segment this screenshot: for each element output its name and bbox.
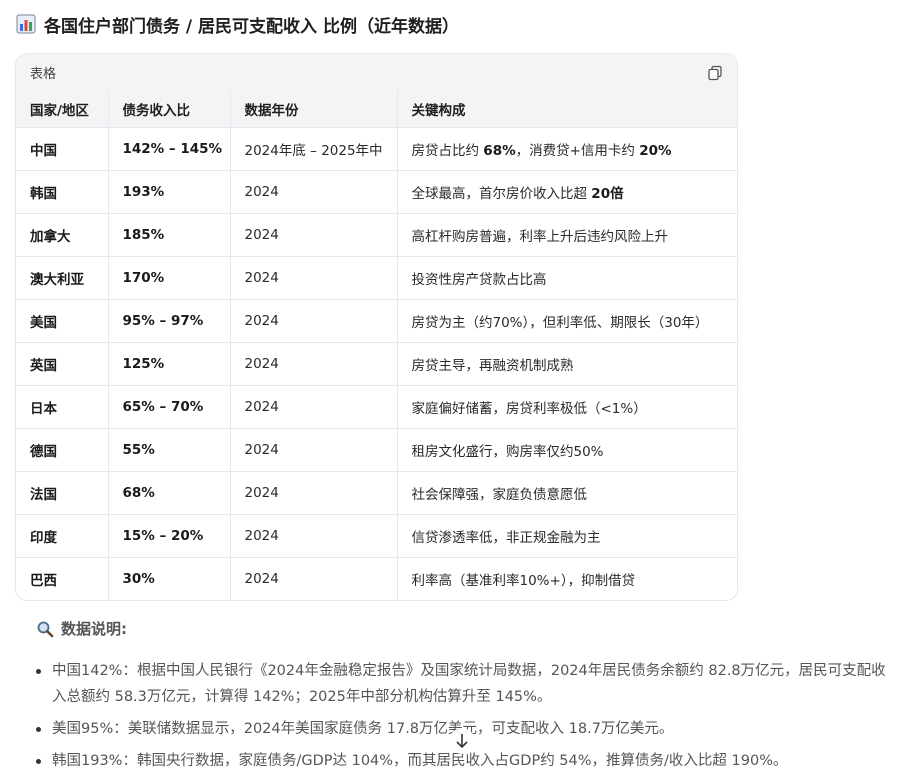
- scroll-to-bottom-button[interactable]: [449, 728, 475, 754]
- table-row: 韩国 193% 2024 全球最高，首尔房价收入比超 20倍: [16, 170, 737, 213]
- cell-text-segment: 20倍: [591, 185, 624, 202]
- cell-key-composition: 利率高（基准利率10%+），抑制借贷: [397, 557, 737, 600]
- notes-list: 中国142%：根据中国人民银行《2024年金融稳定报告》及国家统计局数据，202…: [36, 658, 886, 780]
- table-row: 英国 125% 2024 房贷主导，再融资机制成熟: [16, 342, 737, 385]
- cell-text-segment: 利率高（基准利率10%+），抑制借贷: [411, 572, 636, 589]
- cell-year: 2024: [230, 299, 398, 342]
- cell-ratio: 125%: [108, 342, 231, 385]
- cell-text-segment: 家庭偏好储蓄，房贷利率极低（<1%）: [411, 400, 647, 417]
- cell-text-segment: 信贷渗透率低，非正规金融为主: [411, 529, 601, 546]
- cell-year: 2024: [230, 342, 398, 385]
- column-header-country: 国家/地区: [16, 91, 109, 127]
- table-card-header: 表格: [16, 54, 737, 91]
- cell-text-segment: 投资性房产贷款占比高: [411, 271, 547, 288]
- cell-key-composition: 房贷为主（约70%），但利率低、期限长（30年）: [397, 299, 737, 342]
- cell-country: 英国: [16, 342, 109, 385]
- section-heading: 各国住户部门债务 / 居民可支配收入 比例（近年数据）: [16, 10, 459, 38]
- table-row: 澳大利亚 170% 2024 投资性房产贷款占比高: [16, 256, 737, 299]
- table-row: 中国 142% – 145% 2024年底 – 2025年中 房贷占比约 68%，消费…: [16, 127, 737, 170]
- cell-year: 2024: [230, 514, 398, 557]
- cell-text-segment: 社会保障强，家庭负债意愿低: [411, 486, 588, 503]
- cell-text-segment: 高杠杆购房普遍，利率上升后违约风险上升: [411, 228, 669, 245]
- debt-ratio-table: 国家/地区 债务收入比 数据年份 关键构成 中国 142% – 145% 2024年…: [16, 91, 737, 600]
- cell-ratio: 193%: [108, 170, 231, 213]
- table-row: 德国 55% 2024 租房文化盛行，购房率仅约50%: [16, 428, 737, 471]
- cell-key-composition: 房贷占比约 68%，消费贷+信用卡约 20%: [397, 127, 737, 170]
- cell-key-composition: 信贷渗透率低，非正规金融为主: [397, 514, 737, 557]
- arrow-down-icon: [456, 734, 468, 749]
- data-table-card: 表格 国家/地区 债务收入比 数据年份 关键构成 中国 142% – 145% …: [15, 53, 738, 601]
- cell-year: 2024: [230, 170, 398, 213]
- chat-response: 各国住户部门债务 / 居民可支配收入 比例（近年数据） 表格 国家/地区 债务收…: [0, 0, 898, 780]
- cell-text-segment: 68%: [483, 142, 516, 159]
- cell-country: 澳大利亚: [16, 256, 109, 299]
- cell-country: 印度: [16, 514, 109, 557]
- section-heading-text: 各国住户部门债务 / 居民可支配收入 比例（近年数据）: [44, 16, 459, 37]
- cell-country: 巴西: [16, 557, 109, 600]
- table-header-row: 国家/地区 债务收入比 数据年份 关键构成: [16, 91, 737, 127]
- cell-ratio: 185%: [108, 213, 231, 256]
- cell-text-segment: 租房文化盛行，购房率仅约50%: [411, 443, 604, 460]
- cell-key-composition: 房贷主导，再融资机制成熟: [397, 342, 737, 385]
- column-header-ratio: 债务收入比: [108, 91, 231, 127]
- cell-text-segment: 20%: [639, 142, 672, 159]
- cell-country: 德国: [16, 428, 109, 471]
- list-item: 中国142%：根据中国人民银行《2024年金融稳定报告》及国家统计局数据，202…: [36, 658, 886, 710]
- table-card-label: 表格: [30, 67, 57, 82]
- magnifier-icon: [37, 621, 54, 637]
- cell-ratio: 65% – 70%: [108, 385, 231, 428]
- cell-key-composition: 家庭偏好储蓄，房贷利率极低（<1%）: [397, 385, 737, 428]
- cell-key-composition: 全球最高，首尔房价收入比超 20倍: [397, 170, 737, 213]
- notes-title: 数据说明:: [36, 618, 127, 639]
- table-row: 加拿大 185% 2024 高杠杆购房普遍，利率上升后违约风险上升: [16, 213, 737, 256]
- cell-country: 美国: [16, 299, 109, 342]
- cell-text-segment: 房贷主导，再融资机制成熟: [411, 357, 574, 374]
- cell-country: 韩国: [16, 170, 109, 213]
- cell-key-composition: 投资性房产贷款占比高: [397, 256, 737, 299]
- bar-chart-icon: [16, 14, 36, 34]
- notes-title-text: 数据说明:: [61, 620, 127, 638]
- table-row: 日本 65% – 70% 2024 家庭偏好储蓄，房贷利率极低（<1%）: [16, 385, 737, 428]
- column-header-year: 数据年份: [230, 91, 398, 127]
- cell-ratio: 170%: [108, 256, 231, 299]
- cell-ratio: 15% – 20%: [108, 514, 231, 557]
- cell-year: 2024: [230, 557, 398, 600]
- cell-year: 2024: [230, 385, 398, 428]
- cell-year: 2024: [230, 213, 398, 256]
- cell-ratio: 95% – 97%: [108, 299, 231, 342]
- cell-text-segment: 房贷为主（约70%），但利率低、期限长（30年）: [411, 314, 709, 331]
- cell-country: 加拿大: [16, 213, 109, 256]
- cell-ratio: 55%: [108, 428, 231, 471]
- cell-ratio: 68%: [108, 471, 231, 514]
- cell-text-segment: ，消费贷+信用卡约: [515, 142, 640, 159]
- cell-year: 2024: [230, 428, 398, 471]
- cell-ratio: 142% – 145%: [108, 127, 231, 170]
- table-row: 巴西 30% 2024 利率高（基准利率10%+），抑制借贷: [16, 557, 737, 600]
- cell-key-composition: 租房文化盛行，购房率仅约50%: [397, 428, 737, 471]
- cell-key-composition: 高杠杆购房普遍，利率上升后违约风险上升: [397, 213, 737, 256]
- copy-icon[interactable]: [707, 65, 723, 81]
- cell-year: 2024: [230, 471, 398, 514]
- cell-text-segment: 全球最高，首尔房价收入比超: [411, 185, 592, 202]
- table-row: 印度 15% – 20% 2024 信贷渗透率低，非正规金融为主: [16, 514, 737, 557]
- cell-country: 日本: [16, 385, 109, 428]
- column-header-key: 关键构成: [411, 102, 466, 119]
- cell-year: 2024年底 – 2025年中: [230, 127, 398, 170]
- table-row: 法国 68% 2024 社会保障强，家庭负债意愿低: [16, 471, 737, 514]
- cell-year: 2024: [230, 256, 398, 299]
- cell-ratio: 30%: [108, 557, 231, 600]
- cell-country: 法国: [16, 471, 109, 514]
- cell-key-composition: 社会保障强，家庭负债意愿低: [397, 471, 737, 514]
- table-row: 美国 95% – 97% 2024 房贷为主（约70%），但利率低、期限长（30年）: [16, 299, 737, 342]
- cell-country: 中国: [16, 127, 109, 170]
- cell-text-segment: 房贷占比约: [411, 142, 484, 159]
